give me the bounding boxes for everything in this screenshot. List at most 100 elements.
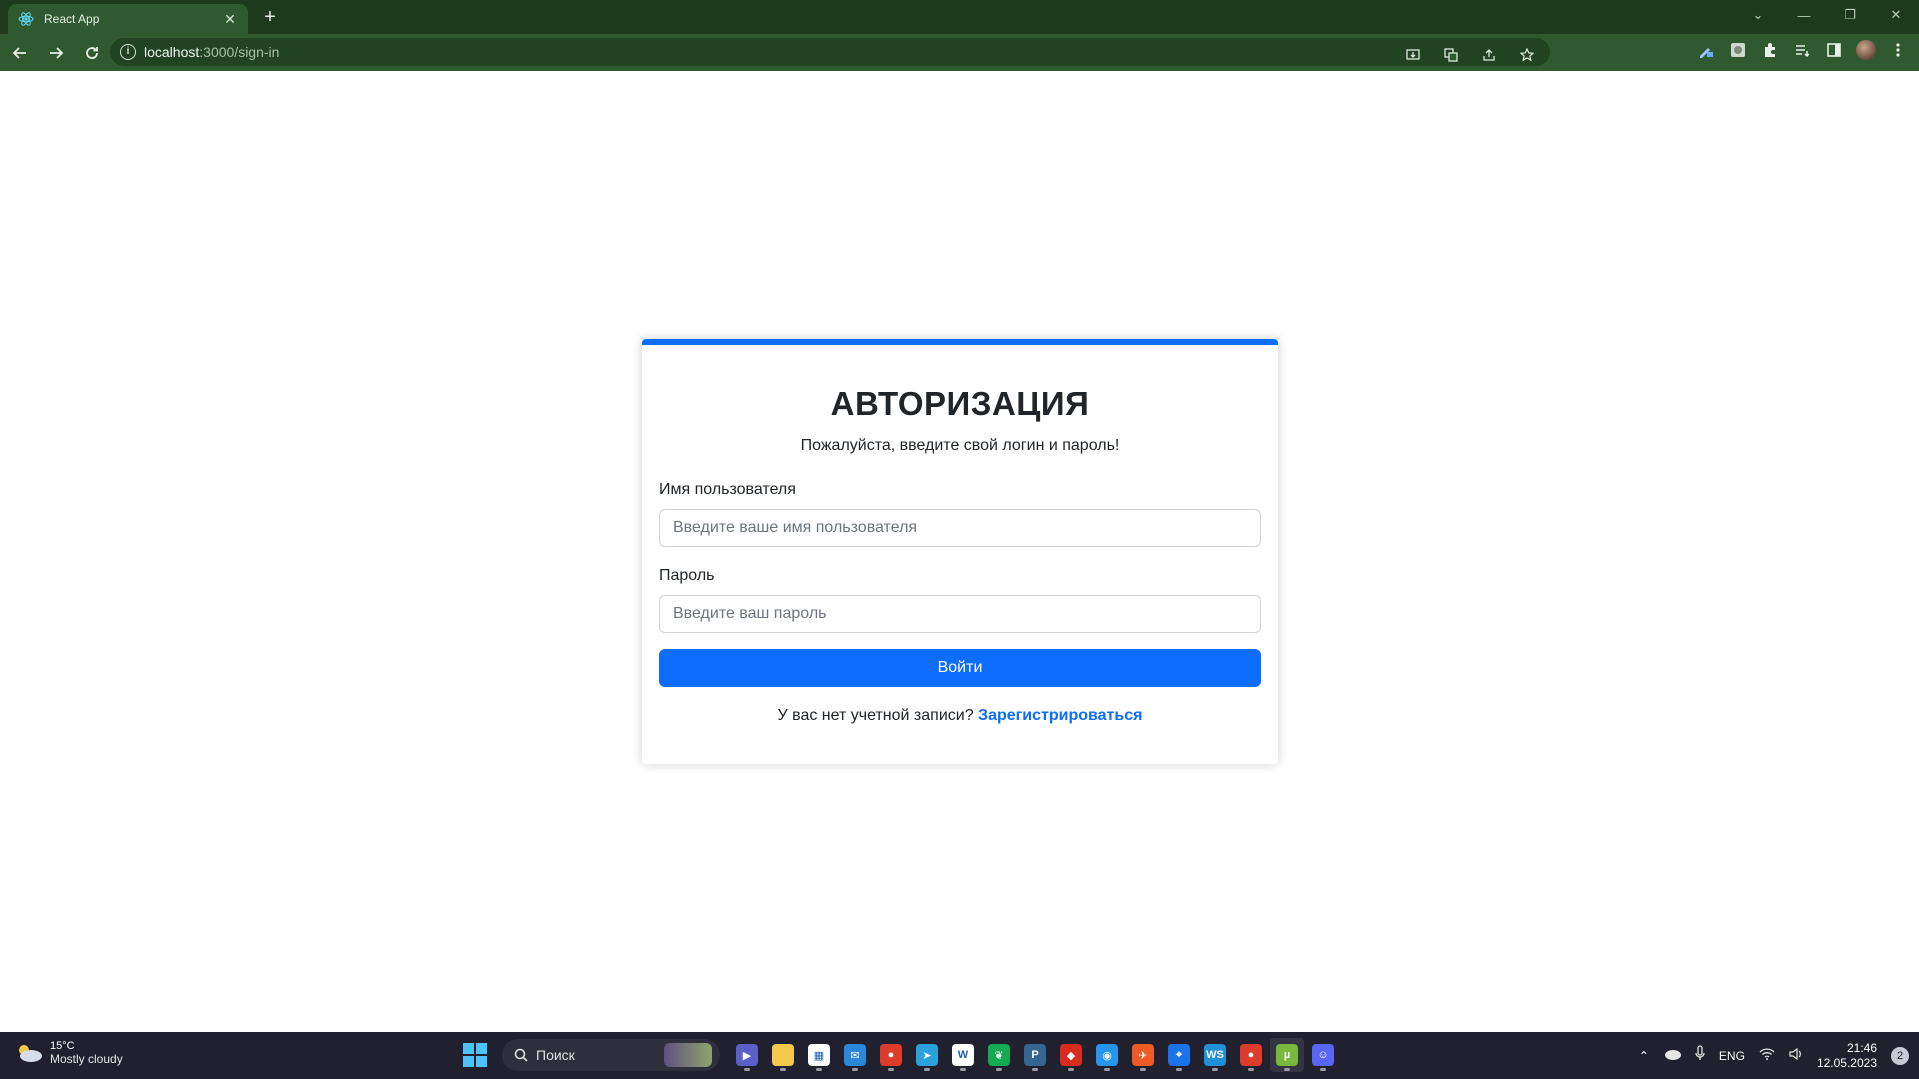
minimize-button[interactable]: — (1781, 0, 1827, 30)
store-app[interactable]: ▦ (802, 1038, 836, 1072)
webstorm-icon: WS (1204, 1044, 1226, 1066)
arrow-right-icon (50, 46, 64, 59)
weather-widget[interactable]: 15°C Mostly cloudy (14, 1040, 123, 1066)
browser-toolbar: i localhost:3000/sign-in (0, 34, 1919, 71)
arrow-left-icon (12, 46, 26, 59)
maps-app[interactable]: ⌖ (1162, 1038, 1196, 1072)
signup-prompt: У вас нет учетной записи? (777, 707, 974, 724)
zoom-app[interactable]: ▶ (730, 1038, 764, 1072)
word-icon: W (952, 1044, 974, 1066)
utorrent-app[interactable]: µ (1270, 1038, 1304, 1072)
postman-icon: ✈ (1132, 1044, 1154, 1066)
webstorm-app[interactable]: WS (1198, 1038, 1232, 1072)
signup-link[interactable]: Зарегистрироваться (978, 707, 1142, 724)
profile-avatar[interactable] (1853, 37, 1879, 63)
docker-app[interactable]: ◉ (1090, 1038, 1124, 1072)
install-app-icon[interactable] (1400, 42, 1426, 68)
login-button[interactable]: Войти (659, 649, 1261, 687)
window-controls: ⌄ — ❐ ✕ (1735, 0, 1919, 30)
menu-dots-icon[interactable] (1885, 37, 1911, 63)
weather-temp: 15°C (50, 1040, 75, 1052)
start-button[interactable] (458, 1038, 492, 1072)
reload-icon (86, 46, 98, 59)
extensions-area (1693, 37, 1911, 63)
pinned-apps: ▶ ▦ ✉ ● ➤ W ❦ P ◆ ◉ ✈ ⌖ WS ● µ ☺ (730, 1038, 1340, 1072)
word-app[interactable]: W (946, 1038, 980, 1072)
close-window-button[interactable]: ✕ (1873, 0, 1919, 30)
browser-tab[interactable]: React App ✕ (8, 4, 248, 34)
username-label: Имя пользователя (659, 481, 796, 498)
reload-button[interactable] (76, 37, 108, 69)
zoom-icon: ▶ (736, 1044, 758, 1066)
chevron-up-icon[interactable]: ⌃ (1639, 1049, 1649, 1063)
system-tray: ⌃ ENG 21:46 12.05.2023 2 (1639, 1032, 1909, 1079)
redis-app[interactable]: ◆ (1054, 1038, 1088, 1072)
chrome-dev-app[interactable]: ● (1234, 1038, 1268, 1072)
reading-list-icon[interactable] (1789, 37, 1815, 63)
telegram-app[interactable]: ➤ (910, 1038, 944, 1072)
telegram-icon: ➤ (916, 1044, 938, 1066)
auth-card: АВТОРИЗАЦИЯ Пожалуйста, введите свой лог… (642, 339, 1278, 764)
side-panel-icon[interactable] (1821, 37, 1847, 63)
postgres-app[interactable]: P (1018, 1038, 1052, 1072)
notification-badge[interactable]: 2 (1891, 1046, 1909, 1065)
mongodb-icon: ❦ (988, 1044, 1010, 1066)
new-tab-button[interactable]: + (258, 6, 282, 30)
omnibox-actions (1400, 42, 1540, 68)
password-label: Пароль (659, 567, 715, 584)
address-bar[interactable]: i localhost:3000/sign-in (110, 38, 1550, 66)
clock-date: 12.05.2023 (1816, 1055, 1877, 1070)
forward-button[interactable] (40, 37, 72, 69)
tab-title: React App (44, 12, 100, 26)
language-indicator[interactable]: ENG (1719, 1049, 1745, 1063)
react-favicon-icon (18, 11, 34, 27)
extension-image-icon[interactable] (1725, 37, 1751, 63)
site-info-icon[interactable]: i (120, 44, 136, 60)
file-explorer-app[interactable] (766, 1038, 800, 1072)
utorrent-icon: µ (1276, 1044, 1298, 1066)
file-explorer-icon (772, 1044, 794, 1066)
wifi-icon[interactable] (1759, 1047, 1775, 1065)
volume-icon[interactable] (1789, 1047, 1803, 1065)
taskbar-search[interactable]: Поиск (502, 1039, 720, 1071)
redis-icon: ◆ (1060, 1044, 1082, 1066)
weather-desc: Mostly cloudy (50, 1052, 123, 1066)
mongodb-app[interactable]: ❦ (982, 1038, 1016, 1072)
discord-icon: ☺ (1312, 1044, 1334, 1066)
cloud-sun-icon (14, 1043, 44, 1063)
search-placeholder: Поиск (536, 1047, 575, 1063)
onedrive-cloud-icon[interactable] (1663, 1047, 1681, 1065)
windows-taskbar: 15°C Mostly cloudy Поиск ▶ ▦ ✉ ● ➤ W ❦ P ◆ ◉ ✈ ⌖ WS ●… (0, 1032, 1919, 1079)
clock[interactable]: 21:46 12.05.2023 (1817, 1041, 1877, 1071)
chrome-app[interactable]: ● (874, 1038, 908, 1072)
page-viewport: АВТОРИЗАЦИЯ Пожалуйста, введите свой лог… (0, 71, 1919, 1032)
url-path: :3000/sign-in (199, 44, 280, 60)
taskbar-center: Поиск ▶ ▦ ✉ ● ➤ W ❦ P ◆ ◉ ✈ ⌖ WS ● µ ☺ (458, 1038, 1340, 1072)
password-input[interactable] (659, 595, 1261, 633)
bookmark-star-icon[interactable] (1514, 42, 1540, 68)
mail-icon: ✉ (844, 1044, 866, 1066)
search-icon (514, 1048, 528, 1062)
share-icon[interactable] (1476, 42, 1502, 68)
chrome-icon: ● (880, 1044, 902, 1066)
back-button[interactable] (4, 37, 36, 69)
postman-app[interactable]: ✈ (1126, 1038, 1160, 1072)
translate-icon[interactable] (1438, 42, 1464, 68)
microphone-icon[interactable] (1695, 1045, 1705, 1066)
extension-pen-icon[interactable] (1693, 37, 1719, 63)
store-icon: ▦ (808, 1044, 830, 1066)
restore-button[interactable]: ❐ (1827, 0, 1873, 30)
signup-line: У вас нет учетной записи? Зарегистрирова… (659, 707, 1261, 725)
chrome-dev-icon: ● (1240, 1044, 1262, 1066)
tab-close-icon[interactable]: ✕ (222, 11, 238, 28)
docker-icon: ◉ (1096, 1044, 1118, 1066)
url-host: localhost (144, 44, 200, 60)
extensions-puzzle-icon[interactable] (1757, 37, 1783, 63)
mail-app[interactable]: ✉ (838, 1038, 872, 1072)
search-highlight-image (664, 1043, 712, 1067)
tab-search-icon[interactable]: ⌄ (1735, 0, 1781, 30)
discord-app[interactable]: ☺ (1306, 1038, 1340, 1072)
maps-icon: ⌖ (1168, 1044, 1190, 1066)
postgres-icon: P (1024, 1044, 1046, 1066)
username-input[interactable] (659, 509, 1261, 547)
